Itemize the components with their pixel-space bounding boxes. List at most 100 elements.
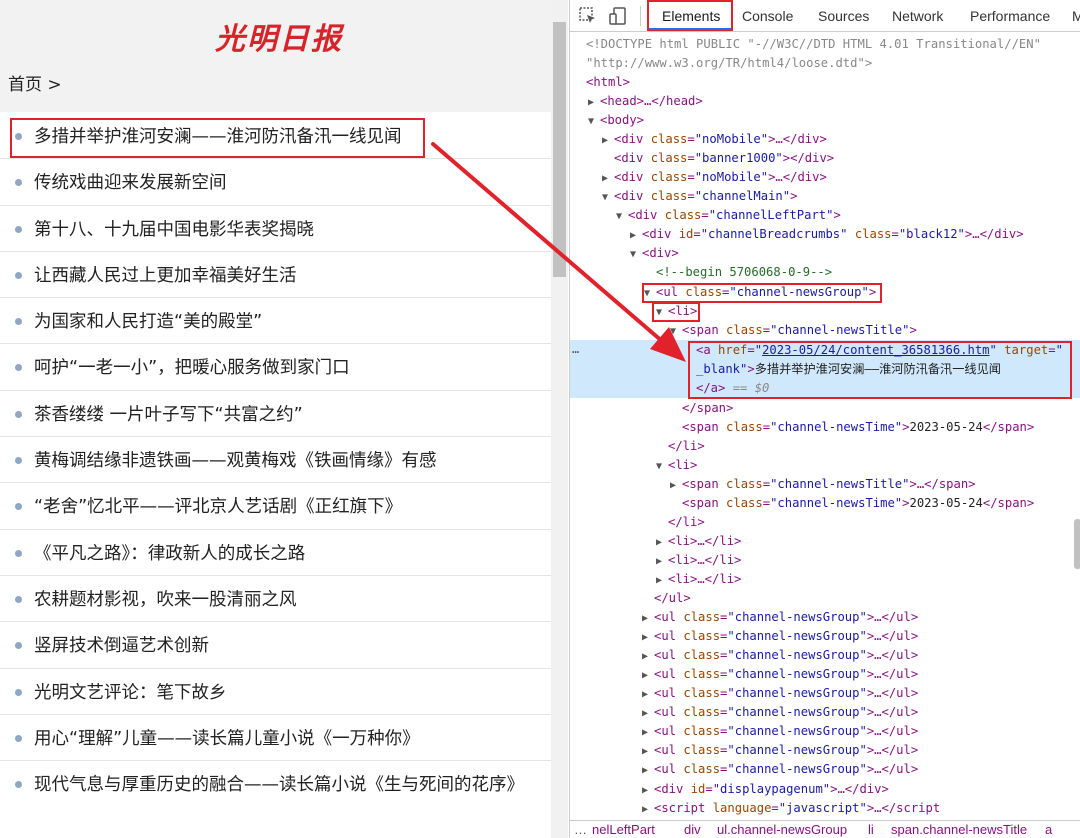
devtools-scrollbar-thumb[interactable]	[1074, 519, 1080, 569]
node-actions-dots[interactable]: …	[572, 342, 579, 356]
dom-line-ul-newsgroup-collapsed[interactable]: ▶ <ul class="channel-newsGroup">…</ul>	[642, 760, 918, 779]
dom-line-ul-newsgroup-collapsed[interactable]: ▶ <ul class="channel-newsGroup">…</ul>	[642, 722, 918, 741]
dom-line-ul-newsgroup-collapsed[interactable]: ▶ <ul class="channel-newsGroup">…</ul>	[642, 646, 918, 665]
dom-line-ul-newsgroup-collapsed[interactable]: ▶ <ul class="channel-newsGroup">…</ul>	[642, 627, 918, 646]
news-item[interactable]: 传统戏曲迎来发展新空间	[0, 159, 551, 206]
dom-line-ul-newsgroup-collapsed[interactable]: ▶ <ul class="channel-newsGroup">…</ul>	[642, 703, 918, 722]
dom-line-li-close-2[interactable]: </li>	[668, 513, 705, 532]
expand-triangle-icon[interactable]: ▶	[602, 131, 614, 150]
tab-sources[interactable]: Sources	[818, 8, 869, 24]
expand-triangle-icon[interactable]: ▶	[642, 685, 654, 704]
news-title-link[interactable]: 《平凡之路》：律政新人的成长之路	[34, 541, 524, 567]
dom-line-head[interactable]: ▶ <head>…</head>	[588, 92, 703, 111]
dom-line-div-nomobile-1[interactable]: ▶ <div class="noMobile">…</div>	[602, 130, 827, 149]
collapse-triangle-icon[interactable]: ▼	[588, 112, 600, 131]
news-title-link[interactable]: 光明文艺评论：笔下故乡	[34, 680, 524, 706]
page-scrollbar[interactable]	[551, 0, 568, 838]
news-item[interactable]: 呵护“一老一小”，把暖心服务做到家门口	[0, 344, 551, 391]
dom-line-comment[interactable]: <!--begin 5706068-0-9-->	[656, 263, 832, 282]
dom-line-li-collapsed-2[interactable]: ▶ <li>…</li>	[656, 551, 741, 570]
expand-triangle-icon[interactable]: ▶	[642, 781, 654, 800]
breadcrumb[interactable]: 首页 >	[8, 70, 62, 95]
news-item[interactable]: “老舍”忆北平——评北京人艺话剧《正红旗下》	[0, 483, 551, 530]
site-logo[interactable]: 光明日报	[215, 14, 343, 58]
dom-line-div-plain[interactable]: ▼ <div>	[630, 244, 679, 263]
news-title-link[interactable]: 让西藏人民过上更加幸福美好生活	[34, 263, 524, 289]
dom-line-span-newstitle[interactable]: ▼ <span class="channel-newsTitle">	[670, 321, 917, 340]
dom-line-div-channelleftpart[interactable]: ▼ <div class="channelLeftPart">	[616, 206, 841, 225]
expand-triangle-icon[interactable]: ▶	[642, 704, 654, 723]
expand-triangle-icon[interactable]: ▶	[588, 93, 600, 112]
news-title-link[interactable]: 黄梅调结缘非遗铁画——观黄梅戏《铁画情缘》有感	[34, 448, 524, 474]
crumb-a[interactable]: a	[1045, 821, 1052, 838]
dom-line-span-newstime-2[interactable]: <span class="channel-newsTime">2023-05-2…	[682, 494, 1034, 513]
expand-triangle-icon[interactable]: ▶	[670, 476, 682, 495]
news-title-link[interactable]: 农耕题材影视，吹来一股清丽之风	[34, 587, 524, 613]
collapse-triangle-icon[interactable]: ▼	[616, 207, 628, 226]
collapse-triangle-icon[interactable]: ▼	[602, 188, 614, 207]
collapse-triangle-icon[interactable]: ▼	[670, 322, 682, 341]
inspect-element-icon[interactable]	[578, 6, 598, 26]
news-item[interactable]: 用心“理解”儿童——读长篇儿童小说《一万种你》	[0, 715, 551, 762]
news-item[interactable]: 第十八、十九届中国电影华表奖揭晓	[0, 206, 551, 252]
news-item[interactable]: 让西藏人民过上更加幸福美好生活	[0, 252, 551, 299]
news-title-link[interactable]: 传统戏曲迎来发展新空间	[34, 170, 524, 196]
dom-line-li-close-1[interactable]: </li>	[668, 437, 705, 456]
dom-line-li-collapsed-1[interactable]: ▶ <li>…</li>	[656, 532, 741, 551]
expand-triangle-icon[interactable]: ▶	[642, 666, 654, 685]
dom-line-ul-newsgroup-collapsed[interactable]: ▶ <ul class="channel-newsGroup">…</ul>	[642, 608, 918, 627]
crumb-overflow[interactable]: …	[574, 821, 587, 838]
dom-line-html[interactable]: <html>	[586, 73, 630, 92]
dom-line-span-newstime-1[interactable]: <span class="channel-newsTime">2023-05-2…	[682, 418, 1034, 437]
page-scrollbar-thumb[interactable]	[553, 22, 566, 277]
collapse-triangle-icon[interactable]: ▼	[656, 457, 668, 476]
devtools-scrollbar[interactable]	[1072, 66, 1080, 838]
tab-performance[interactable]: Performance	[970, 8, 1050, 24]
dom-line-div-channelmain[interactable]: ▼ <div class="channelMain">	[602, 187, 797, 206]
news-title-link[interactable]: 现代气息与厚重历史的融合——读长篇小说《生与死间的花序》	[34, 772, 524, 798]
dom-line-doctype-1[interactable]: <!DOCTYPE html PUBLIC "-//W3C//DTD HTML …	[586, 35, 1041, 54]
crumb-li[interactable]: li	[868, 821, 874, 838]
device-toolbar-icon[interactable]	[608, 6, 628, 26]
news-item[interactable]: 农耕题材影视，吹来一股清丽之风	[0, 576, 551, 623]
expand-triangle-icon[interactable]: ▶	[642, 647, 654, 666]
news-item[interactable]: 光明文艺评论：笔下故乡	[0, 669, 551, 715]
dom-line-ul-close[interactable]: </ul>	[654, 589, 691, 608]
news-title-link[interactable]: 呵护“一老一小”，把暖心服务做到家门口	[34, 355, 524, 381]
news-item[interactable]: 为国家和人民打造“美的殿堂”	[0, 298, 551, 345]
dom-line-li-collapsed-3[interactable]: ▶ <li>…</li>	[656, 570, 741, 589]
collapse-triangle-icon[interactable]: ▼	[630, 245, 642, 264]
dom-line-ul-newsgroup-collapsed[interactable]: ▶ <ul class="channel-newsGroup">…</ul>	[642, 684, 918, 703]
news-item[interactable]: 黄梅调结缘非遗铁画——观黄梅戏《铁画情缘》有感	[0, 437, 551, 484]
expand-triangle-icon[interactable]: ▶	[656, 571, 668, 590]
dom-line-ul-newsgroup-collapsed[interactable]: ▶ <ul class="channel-newsGroup">…</ul>	[642, 665, 918, 684]
tab-console[interactable]: Console	[742, 8, 793, 24]
news-item[interactable]: 《平凡之路》：律政新人的成长之路	[0, 530, 551, 576]
dom-line-body[interactable]: ▼ <body>	[588, 111, 644, 130]
dom-line-span-newstitle-2[interactable]: ▶ <span class="channel-newsTitle">…</span…	[670, 475, 976, 494]
crumb-div[interactable]: div	[684, 821, 701, 838]
tab-more-overflow[interactable]: M	[1072, 8, 1080, 24]
news-item[interactable]: 茶香缕缕 一片叶子写下“共富之约”	[0, 391, 551, 438]
news-title-link[interactable]: “老舍”忆北平——评北京人艺话剧《正红旗下》	[34, 494, 524, 520]
crumb-channelleftpart[interactable]: nelLeftPart	[592, 821, 655, 838]
expand-triangle-icon[interactable]: ▶	[642, 761, 654, 780]
news-item[interactable]: 现代气息与厚重历史的融合——读长篇小说《生与死间的花序》	[0, 761, 551, 825]
tab-elements[interactable]: Elements	[662, 8, 720, 24]
dom-line-li-open-2[interactable]: ▼ <li>	[656, 456, 697, 475]
news-title-link[interactable]: 第十八、十九届中国电影华表奖揭晓	[34, 217, 524, 243]
expand-triangle-icon[interactable]: ▶	[642, 723, 654, 742]
expand-triangle-icon[interactable]: ▶	[642, 609, 654, 628]
tab-network[interactable]: Network	[892, 8, 943, 24]
dom-line-doctype-2[interactable]: "http://www.w3.org/TR/html4/loose.dtd">	[586, 54, 872, 73]
expand-triangle-icon[interactable]: ▶	[630, 226, 642, 245]
expand-triangle-icon[interactable]: ▶	[656, 552, 668, 571]
dom-line-script[interactable]: ▶ <script language="javascript">…</script	[642, 799, 940, 818]
expand-triangle-icon[interactable]: ▶	[642, 628, 654, 647]
crumb-ul-newsgroup[interactable]: ul.channel-newsGroup	[717, 821, 847, 838]
dom-line-div-nomobile-2[interactable]: ▶ <div class="noMobile">…</div>	[602, 168, 827, 187]
crumb-span-newstitle[interactable]: span.channel-newsTitle	[891, 821, 1027, 838]
dom-line-div-breadcrumbs[interactable]: ▶ <div id="channelBreadcrumbs" class="bla…	[630, 225, 1024, 244]
news-title-link[interactable]: 茶香缕缕 一片叶子写下“共富之约”	[34, 402, 524, 428]
expand-triangle-icon[interactable]: ▶	[602, 169, 614, 188]
